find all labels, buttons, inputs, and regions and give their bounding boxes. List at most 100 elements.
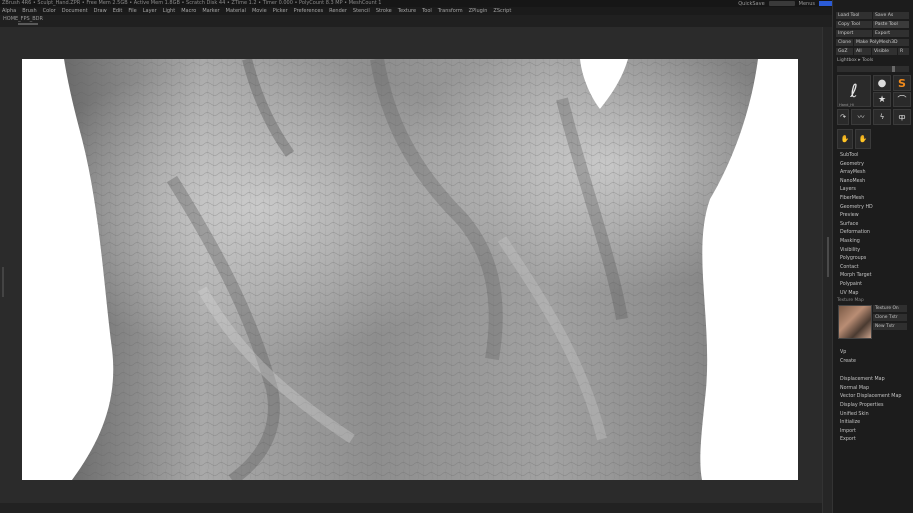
slider-knob[interactable] (892, 66, 895, 72)
subpalette-morph-target[interactable]: Morph Target (837, 272, 911, 281)
menu-edit[interactable]: Edit (113, 8, 123, 14)
menu-transform[interactable]: Transform (438, 8, 463, 14)
r-button[interactable]: R (898, 48, 909, 55)
import-button[interactable]: Import (836, 30, 872, 37)
menu-render[interactable]: Render (329, 8, 347, 14)
simplebrush-tool-thumbnail[interactable]: S (893, 75, 911, 91)
subpalette-subtool[interactable]: SubTool (837, 152, 911, 161)
subpalette-preview[interactable]: Preview (837, 212, 911, 221)
menu-zscript[interactable]: ZScript (493, 8, 511, 14)
subpalette-geometry[interactable]: Geometry (837, 161, 911, 170)
menu-alpha[interactable]: Alpha (2, 8, 16, 14)
menu-tool[interactable]: Tool (422, 8, 432, 14)
goz-button[interactable]: GoZ (836, 48, 853, 55)
home-label: HOME_FPS_BDR (3, 16, 43, 22)
menu-layer[interactable]: Layer (143, 8, 157, 14)
tool-palette: Load Tool Save As Copy Tool Paste Tool I… (832, 0, 913, 513)
menu-marker[interactable]: Marker (202, 8, 219, 14)
menu-draw[interactable]: Draw (94, 8, 107, 14)
subpalette-masking[interactable]: Masking (837, 238, 911, 247)
texture-map-title[interactable]: Texture Map (837, 298, 911, 304)
tool-slider[interactable] (837, 66, 909, 72)
subpalette-vp[interactable]: Vp (837, 349, 911, 358)
subtool-menu-list: SubTool Geometry ArrayMesh NanoMesh Layers Fi… (837, 152, 911, 298)
menu-movie[interactable]: Movie (252, 8, 267, 14)
top-right-controls: QuickSave Menus (738, 0, 833, 7)
default-zscript-button[interactable] (819, 1, 833, 6)
subpalette-fibermesh[interactable]: FiberMesh (837, 195, 911, 204)
clone-texture-button[interactable]: Clone Txtr (873, 314, 907, 321)
sphere-tool-thumbnail[interactable]: ● (873, 75, 891, 91)
subtool-thumb-5[interactable]: ✋ (837, 129, 853, 149)
sub-toolbar: HOME_FPS_BDR (0, 15, 830, 27)
make-polymesh-button[interactable]: Make PolyMesh3D (854, 39, 909, 46)
subpalette-vector-displacement-map[interactable]: Vector Displacement Map (837, 393, 911, 402)
subpalette-polygroups[interactable]: Polygroups (837, 255, 911, 264)
document-canvas[interactable] (22, 59, 798, 480)
menu-preferences[interactable]: Preferences (294, 8, 323, 14)
subpalette-layers[interactable]: Layers (837, 186, 911, 195)
orange-figure-icon: ✋ (858, 135, 868, 143)
menu-stroke[interactable]: Stroke (376, 8, 392, 14)
subpalette-visibility[interactable]: Visibility (837, 247, 911, 256)
lightbox-tools-label[interactable]: Lightbox ▸ Tools (837, 58, 873, 63)
load-tool-button[interactable]: Load Tool (836, 12, 872, 19)
menu-picker[interactable]: Picker (273, 8, 288, 14)
subpalette-surface[interactable]: Surface (837, 221, 911, 230)
subpalette-deformation[interactable]: Deformation (837, 229, 911, 238)
left-scroll-handle[interactable] (2, 267, 4, 297)
menu-file[interactable]: File (128, 8, 136, 14)
seethrough-slider[interactable] (768, 1, 795, 6)
subtool-thumb-1[interactable]: ↷ (837, 109, 849, 125)
new-texture-button[interactable]: New Txtr (873, 323, 907, 330)
figure-icon: ⌒ (897, 96, 907, 106)
sculpted-hand-model[interactable] (22, 59, 798, 480)
quicksave-button[interactable]: QuickSave (738, 1, 764, 7)
subpalette-arraymesh[interactable]: ArrayMesh (837, 169, 911, 178)
menu-texture[interactable]: Texture (398, 8, 416, 14)
subpalette-uv-map[interactable]: UV Map (837, 290, 911, 299)
subpalette-display-properties[interactable]: Display Properties (837, 402, 911, 411)
subtool-thumb-6[interactable]: ✋ (855, 129, 871, 149)
texture-swatch[interactable] (838, 305, 872, 339)
subpalette-create[interactable]: Create (837, 358, 911, 367)
menu-brush[interactable]: Brush (22, 8, 36, 14)
subpalette-displacement-map[interactable]: Displacement Map (837, 376, 911, 385)
small-figure-icon: ϟ (879, 113, 885, 121)
clone-button[interactable]: Clone (836, 39, 853, 46)
menu-stencil[interactable]: Stencil (353, 8, 370, 14)
menu-light[interactable]: Light (163, 8, 175, 14)
menu-material[interactable]: Material (226, 8, 246, 14)
subpalette-unified-skin[interactable]: Unified Skin (837, 411, 911, 420)
subpalette-contact[interactable]: Contact (837, 264, 911, 273)
subpalette-geometry-hd[interactable]: Geometry HD (837, 204, 911, 213)
subtool-thumb-2[interactable]: 〰 (851, 109, 871, 125)
subpalette-nanomesh[interactable]: NanoMesh (837, 178, 911, 187)
menu-zplugin[interactable]: ZPlugin (469, 8, 488, 14)
subpalette-export[interactable]: Export (837, 436, 911, 445)
menu-color[interactable]: Color (43, 8, 56, 14)
all-button[interactable]: All (854, 48, 871, 55)
texture-on-button[interactable]: Texture On (873, 305, 907, 312)
subpalette-polypaint[interactable]: Polypaint (837, 281, 911, 290)
subpalette-normal-map[interactable]: Normal Map (837, 385, 911, 394)
dock-resize-handle[interactable] (827, 237, 829, 277)
star-tool-thumbnail[interactable]: ★ (873, 92, 891, 107)
star-icon: ★ (877, 94, 887, 105)
copy-tool-button[interactable]: Copy Tool (836, 21, 872, 28)
subtool-thumb-3[interactable]: ϟ (873, 109, 891, 125)
subpalette-initialize[interactable]: Initialize (837, 419, 911, 428)
figure-tool-thumbnail[interactable]: ⌒ (893, 92, 911, 107)
subtool-thumb-4[interactable]: ȹ (893, 109, 911, 125)
title-bar: ZBrush 4R6 • Sculpt_Hand.ZPR • Free Mem … (0, 0, 832, 7)
export-button[interactable]: Export (873, 30, 909, 37)
save-as-button[interactable]: Save As (873, 12, 909, 19)
subpalette-import[interactable]: Import (837, 428, 911, 437)
hand-tool-thumbnail[interactable]: ℓ Hand_Hi (837, 75, 871, 107)
visible-button[interactable]: Visible (872, 48, 897, 55)
paste-tool-button[interactable]: Paste Tool (873, 21, 909, 28)
menus-button[interactable]: Menus (799, 1, 815, 7)
menu-document[interactable]: Document (62, 8, 88, 14)
menu-macro[interactable]: Macro (181, 8, 196, 14)
